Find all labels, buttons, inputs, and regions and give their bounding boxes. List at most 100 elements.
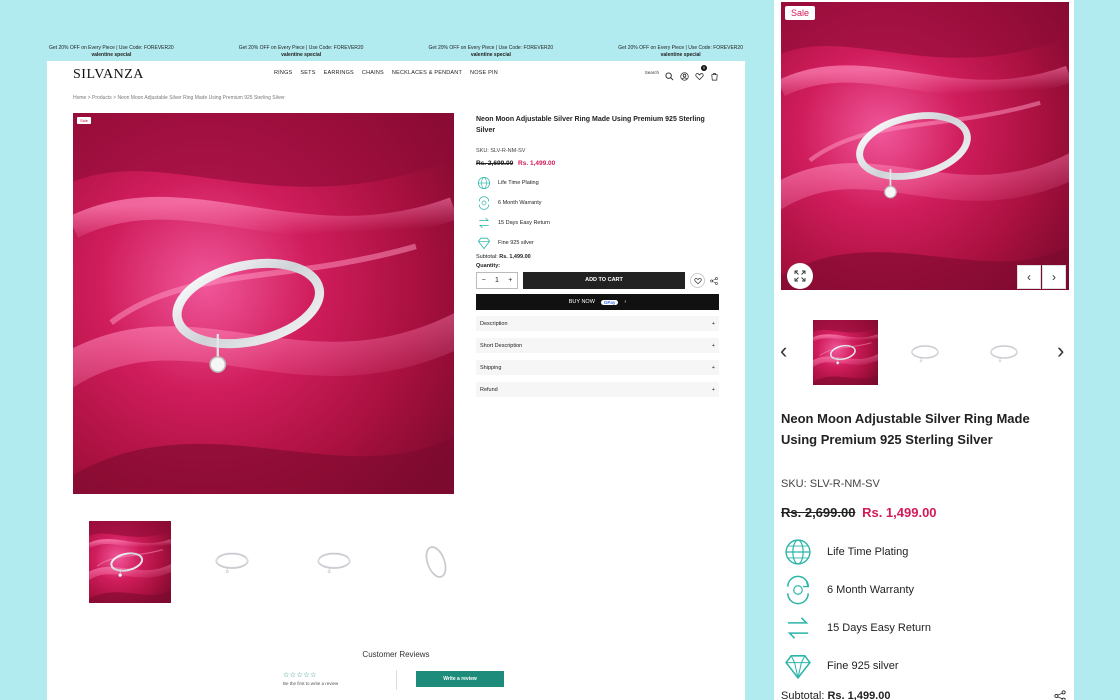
accordion-label: Refund <box>480 386 498 393</box>
promo-subtext: valentine special <box>470 51 511 58</box>
account-icon[interactable] <box>680 68 689 81</box>
nav-earrings[interactable]: EARRINGS <box>324 70 354 76</box>
feature-item: 15 Days Easy Return <box>476 213 719 233</box>
thumbnail-2[interactable] <box>191 521 273 603</box>
globe-icon <box>478 177 490 189</box>
wishlist-button[interactable] <box>690 273 705 288</box>
search-label[interactable]: Search <box>645 70 659 75</box>
no-reviews-text: Be the first to write a review <box>283 681 339 686</box>
thumbnail-4[interactable] <box>395 521 477 603</box>
reviews-divider <box>396 670 397 690</box>
feature-label: 15 Days Easy Return <box>498 220 550 226</box>
diamond-icon <box>477 237 491 250</box>
brand-logo[interactable]: SILVANZA <box>73 67 144 83</box>
mobile-subtotal: Subtotal: Rs. 1,499.00 <box>781 690 890 700</box>
original-price: Rs. 2,699.00 <box>476 160 514 167</box>
header-actions: Search 0 <box>645 65 719 81</box>
promo-item[interactable]: Get 20% OFF on Every Piece | Use Code: F… <box>49 42 174 61</box>
product-photo <box>73 113 454 494</box>
mobile-product-photo <box>781 2 1069 290</box>
mobile-share-icon[interactable] <box>1054 690 1066 700</box>
accordion-short-description[interactable]: Short Description + <box>476 338 719 353</box>
site-header: SILVANZA RINGS SETS EARRINGS CHAINS NECK… <box>47 61 745 88</box>
add-to-cart-button[interactable]: ADD TO CART <box>523 272 685 289</box>
mobile-product-page: Sale ‹ › ‹ › Neon Moon Adjustable Silver… <box>774 0 1074 700</box>
subtotal-label: Subtotal: <box>476 254 498 260</box>
accordion: Description + Short Description + Shipping… <box>476 316 719 397</box>
sale-badge: Sale <box>77 117 92 124</box>
product-title: Neon Moon Adjustable Silver Ring Made Us… <box>476 116 705 134</box>
promo-text: Get 20% OFF on Every Piece | Use Code: F… <box>618 45 743 51</box>
nav-nose-pin[interactable]: NOSE PIN <box>470 70 498 76</box>
globe-icon <box>785 539 811 565</box>
write-review-button[interactable]: Write a review <box>416 671 504 687</box>
return-icon <box>479 217 489 229</box>
mobile-thumbnail-2[interactable] <box>892 320 957 385</box>
main-nav: RINGS SETS EARRINGS CHAINS NECKLACES & P… <box>274 70 498 76</box>
mobile-thumbnail-1[interactable] <box>813 320 878 385</box>
promo-subtext: valentine special <box>660 51 701 58</box>
accordion-label: Short Description <box>480 342 523 349</box>
main-product-image[interactable]: Sale <box>73 113 454 494</box>
feature-label: Fine 925 silver <box>498 240 534 246</box>
thumbs-prev-button[interactable]: ‹ <box>780 338 787 364</box>
feature-label: Life Time Plating <box>498 180 539 186</box>
share-icon[interactable] <box>710 276 718 285</box>
subtotal-label: Subtotal: <box>781 690 825 700</box>
mobile-thumbnail-3[interactable] <box>971 320 1036 385</box>
buy-now-label: BUY NOW <box>568 299 595 305</box>
promo-item[interactable]: Get 20% OFF on Every Piece | Use Code: F… <box>239 42 364 61</box>
mobile-product-title: Neon Moon Adjustable Silver Ring Made Us… <box>781 411 1030 447</box>
promo-item[interactable]: Get 20% OFF on Every Piece | Use Code: F… <box>429 42 554 61</box>
subtotal: Subtotal: Rs. 1,499.00 <box>476 254 719 260</box>
rating-stars: ☆☆☆☆☆ <box>283 672 317 679</box>
accordion-refund[interactable]: Refund + <box>476 382 719 397</box>
accordion-shipping[interactable]: Shipping + <box>476 360 719 375</box>
prev-image-button[interactable]: ‹ <box>1017 265 1041 289</box>
nav-chains[interactable]: CHAINS <box>362 70 384 76</box>
next-image-button[interactable]: › <box>1042 265 1066 289</box>
qty-minus-button[interactable]: − <box>482 277 486 284</box>
price: Rs. 2,699.00 Rs. 1,499.00 <box>476 160 719 167</box>
promo-item[interactable]: Get 20% OFF on Every Piece | Use Code: F… <box>618 42 743 61</box>
cart-icon[interactable] <box>710 68 719 81</box>
mobile-price: Rs. 2,699.00 Rs. 1,499.00 <box>781 505 937 520</box>
promo-text: Get 20% OFF on Every Piece | Use Code: F… <box>238 45 364 51</box>
product-info: Neon Moon Adjustable Silver Ring Made Us… <box>476 114 719 404</box>
accordion-label: Description <box>480 320 508 327</box>
promo-text: Get 20% OFF on Every Piece | Use Code: F… <box>428 45 554 51</box>
subtotal-value: Rs. 1,499.00 <box>499 254 531 260</box>
buy-now-button[interactable]: BUY NOW GPay › <box>476 294 719 310</box>
mobile-main-image[interactable]: Sale ‹ › <box>781 2 1069 290</box>
plus-icon: + <box>711 386 715 393</box>
expand-icon <box>794 270 806 282</box>
wishlist-icon[interactable]: 0 <box>695 65 707 81</box>
search-icon[interactable] <box>665 68 674 81</box>
nav-sets[interactable]: SETS <box>300 70 315 76</box>
feature-label: 6 Month Warranty <box>827 584 915 596</box>
return-icon <box>787 617 809 639</box>
nav-necklaces[interactable]: NECKLACES & PENDANT <box>392 70 462 76</box>
qty-plus-button[interactable]: + <box>508 277 512 284</box>
desktop-product-page: Get 20% OFF on Every Piece | Use Code: F… <box>47 42 745 700</box>
mobile-feature-list: Life Time Plating 6 Month Warranty 15 Da… <box>781 533 931 685</box>
thumbnail-3[interactable] <box>293 521 375 603</box>
quantity-stepper: − 1 + <box>476 272 518 289</box>
breadcrumb[interactable]: Home > Products > Neon Moon Adjustable S… <box>73 95 285 101</box>
accordion-description[interactable]: Description + <box>476 316 719 331</box>
promo-text: Get 20% OFF on Every Piece | Use Code: F… <box>49 45 174 51</box>
zoom-button[interactable] <box>787 263 813 289</box>
thumbs-next-button[interactable]: › <box>1057 338 1064 364</box>
chevron-right-icon: › <box>624 299 627 305</box>
plus-icon: + <box>711 320 715 327</box>
nav-rings[interactable]: RINGS <box>274 70 292 76</box>
mobile-sale-price: Rs. 1,499.00 <box>862 505 937 520</box>
feature-label: Life Time Plating <box>827 546 909 558</box>
mobile-original-price: Rs. 2,699.00 <box>781 505 856 520</box>
thumbnail-1[interactable] <box>89 521 171 603</box>
feature-label: Fine 925 silver <box>827 660 899 672</box>
qty-value[interactable]: 1 <box>495 277 499 284</box>
promo-subtext: valentine special <box>281 51 322 58</box>
accordion-label: Shipping <box>480 364 502 371</box>
feature-item: Fine 925 silver <box>476 233 719 253</box>
